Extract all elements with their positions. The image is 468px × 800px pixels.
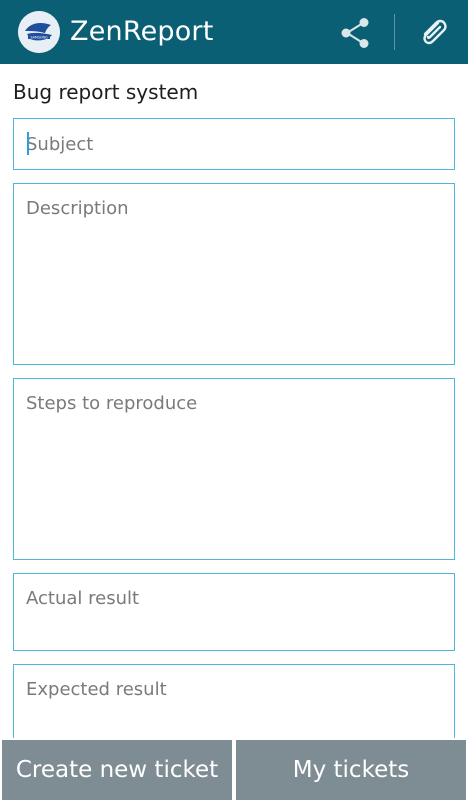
section-title: Bug report system [13,80,199,104]
samsung-logo-icon[interactable]: SAMSUNG [18,11,60,53]
actual-result-field[interactable] [13,573,455,651]
steps-field[interactable] [13,378,455,560]
share-icon[interactable] [336,14,374,52]
svg-text:SAMSUNG: SAMSUNG [30,35,48,39]
app-title: ZenReport [70,16,214,47]
actual-result-input[interactable] [14,574,454,650]
description-input[interactable] [14,184,454,364]
steps-input[interactable] [14,379,454,559]
create-ticket-button[interactable]: Create new ticket [2,740,232,800]
my-tickets-button[interactable]: My tickets [236,740,466,800]
subject-input[interactable] [14,119,454,169]
text-cursor [27,132,29,155]
app-bar: SAMSUNG ZenReport [0,0,468,64]
bottom-bar: Create new ticket My tickets [0,738,468,800]
subject-field[interactable] [13,118,455,170]
app-bar-divider [394,14,395,50]
description-field[interactable] [13,183,455,365]
paperclip-icon[interactable] [414,14,452,52]
